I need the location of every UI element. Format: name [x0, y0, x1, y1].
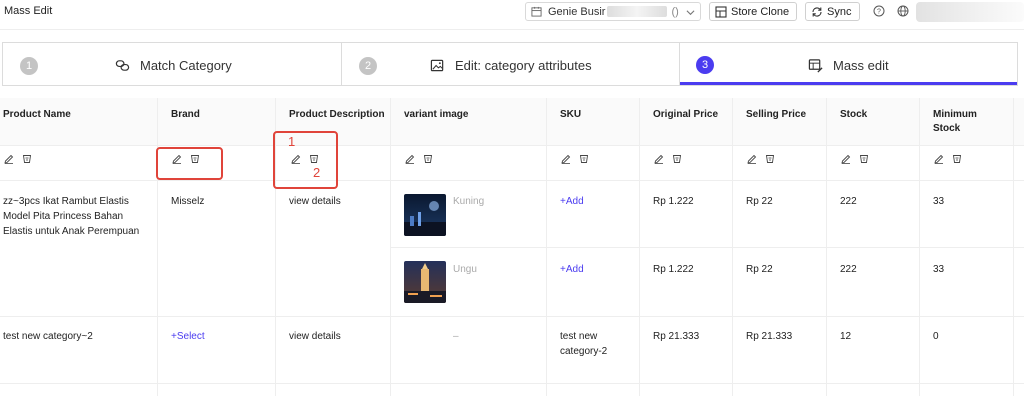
original-price-cell: Rp 1.222 — [653, 196, 694, 207]
pencil-icon[interactable] — [405, 154, 415, 164]
store-clone-label: Store Clone — [731, 5, 790, 18]
col-header-brand: Brand — [171, 109, 200, 120]
min-stock-cell: 33 — [933, 196, 945, 207]
clear-icon[interactable] — [423, 154, 433, 164]
steps-bar: 1 Match Category 2 Edit: category attrib… — [2, 42, 1018, 86]
pencil-icon[interactable] — [561, 154, 571, 164]
step-label: Match Category — [140, 58, 232, 73]
bulk-edit-sku — [561, 154, 589, 164]
sync-icon — [812, 6, 822, 17]
chevron-down-icon — [686, 10, 695, 16]
clear-icon[interactable] — [859, 154, 869, 164]
bulk-edit-stock — [841, 154, 869, 164]
col-header-product-name: Product Name — [3, 109, 71, 120]
variant-image-empty: – — [453, 331, 459, 342]
variant-image[interactable] — [404, 194, 446, 236]
min-stock-cell: 33 — [933, 264, 945, 275]
brand-cell: Misselz — [171, 196, 205, 207]
pencil-icon[interactable] — [654, 154, 664, 164]
top-bar: Mass Edit Genie Busir () Store Clone Syn… — [0, 0, 1024, 30]
original-price-cell: Rp 21.333 — [653, 331, 700, 342]
step-label: Edit: category attributes — [455, 58, 592, 73]
col-header-minimum-stock: Minimum Stock — [933, 109, 977, 134]
pencil-icon[interactable] — [747, 154, 757, 164]
bulk-edit-variant-image — [405, 154, 433, 164]
globe-icon[interactable] — [897, 5, 909, 17]
step-label: Mass edit — [833, 58, 889, 73]
col-header-sku: SKU — [560, 109, 582, 120]
store-select-value: Genie Busir — [548, 5, 606, 18]
sku-cell: test new category-2 — [560, 331, 608, 357]
add-sku-button[interactable]: +Add — [560, 262, 584, 277]
add-sku-button[interactable]: +Add — [560, 194, 584, 209]
pencil-icon[interactable] — [934, 154, 944, 164]
clone-icon — [715, 5, 727, 18]
step-number: 1 — [20, 57, 38, 75]
bulk-edit-original-price — [654, 154, 682, 164]
user-account-redacted[interactable] — [916, 2, 1024, 22]
product-name-cell: zz~3pcs Ikat Rambut Elastis Model Pita P… — [3, 196, 140, 237]
pencil-icon[interactable] — [841, 154, 851, 164]
clear-icon[interactable] — [765, 154, 775, 164]
annotation-box-brand — [156, 147, 223, 180]
bulk-edit-minimum-stock — [934, 154, 962, 164]
clear-icon[interactable] — [952, 154, 962, 164]
table-edit-icon — [808, 59, 823, 73]
variant-label: Ungu — [453, 264, 477, 275]
clear-icon[interactable] — [672, 154, 682, 164]
store-clone-button[interactable]: Store Clone — [709, 2, 797, 21]
select-brand-button[interactable]: +Select — [171, 329, 205, 344]
image-edit-icon — [430, 59, 444, 72]
step-number: 3 — [696, 56, 714, 74]
annotation-box-description — [273, 131, 338, 189]
sync-button[interactable]: Sync — [805, 2, 860, 21]
step-match-category[interactable]: 1 Match Category — [3, 43, 342, 85]
stock-cell: 222 — [840, 196, 857, 207]
sync-label: Sync — [827, 5, 852, 18]
bulk-edit-row — [0, 146, 1024, 181]
step-mass-edit[interactable]: 3 Mass edit — [680, 43, 1017, 85]
step-edit-category-attributes[interactable]: 2 Edit: category attributes — [342, 43, 680, 85]
view-details-link[interactable]: view details — [289, 194, 341, 209]
bulk-edit-selling-price — [747, 154, 775, 164]
col-header-original-price: Original Price — [653, 109, 719, 120]
help-icon[interactable]: ? — [873, 5, 885, 17]
col-header-product-description: Product Description — [289, 109, 385, 120]
bulk-edit-product-name — [4, 154, 32, 164]
clear-icon[interactable] — [579, 154, 589, 164]
annotation-number-2: 2 — [313, 165, 321, 180]
stock-cell: 222 — [840, 264, 857, 275]
view-details-link[interactable]: view details — [289, 329, 341, 344]
original-price-cell: Rp 1.222 — [653, 264, 694, 275]
calendar-icon — [531, 6, 542, 17]
clear-icon[interactable] — [22, 154, 32, 164]
min-stock-cell: 0 — [933, 331, 939, 342]
selling-price-cell: Rp 21.333 — [746, 331, 793, 342]
svg-text:?: ? — [877, 9, 881, 16]
col-header-stock: Stock — [840, 109, 868, 120]
store-select-suffix: () — [671, 5, 679, 18]
annotation-number-1: 1 — [288, 134, 296, 149]
redacted-text — [607, 6, 668, 17]
store-select[interactable]: Genie Busir () — [525, 2, 701, 21]
step-number: 2 — [359, 57, 377, 75]
product-name-cell: test new category~2 — [3, 331, 93, 342]
col-header-variant-image: variant image — [404, 109, 469, 120]
selling-price-cell: Rp 22 — [746, 264, 773, 275]
selling-price-cell: Rp 22 — [746, 196, 773, 207]
variant-image[interactable] — [404, 261, 446, 303]
stock-cell: 12 — [840, 331, 852, 342]
variant-label: Kuning — [453, 196, 485, 207]
col-header-selling-price: Selling Price — [746, 109, 807, 120]
table-header: Product Name Brand Product Description v… — [0, 98, 1024, 146]
pencil-icon[interactable] — [4, 154, 14, 164]
match-category-icon — [115, 60, 130, 71]
page-title: Mass Edit — [4, 5, 53, 17]
